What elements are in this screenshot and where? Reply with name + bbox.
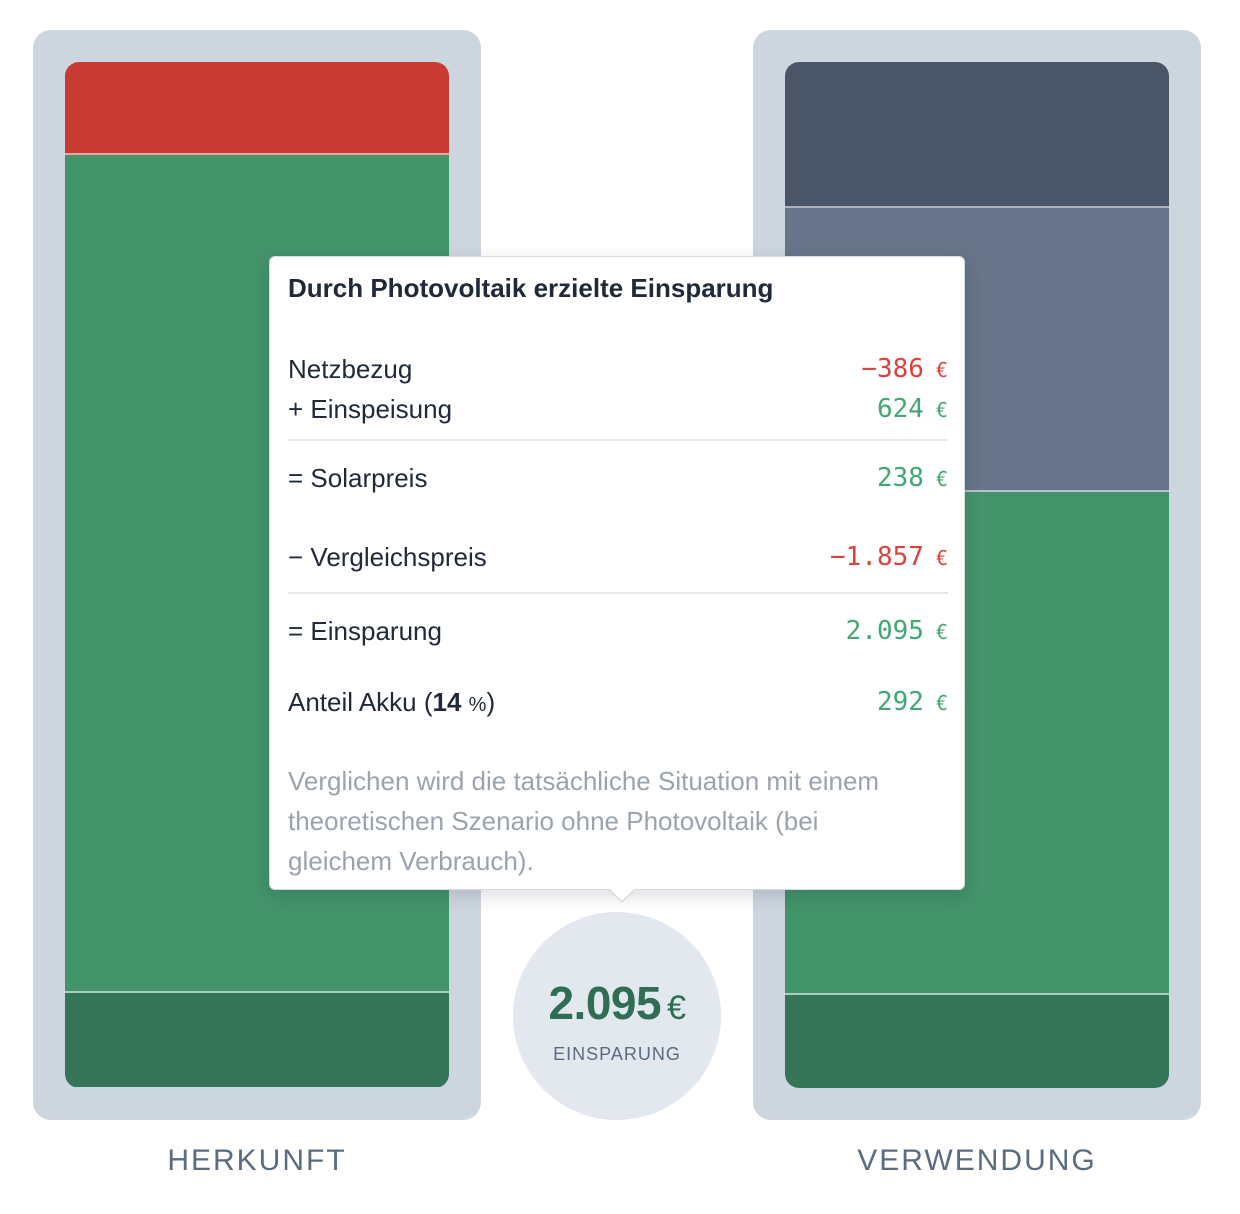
row-label: − Vergleichspreis	[288, 542, 487, 572]
savings-value: 2.095 €	[513, 976, 721, 1030]
row-currency: €	[935, 358, 948, 382]
row-solarpreis: = Solarpreis 238 €	[288, 458, 948, 498]
divider	[288, 439, 948, 441]
row-anteil-akku: Anteil Akku (14 %) 292 €	[288, 682, 948, 722]
row-netzbezug: Netzbezug −386 €	[288, 349, 948, 389]
savings-currency: €	[667, 989, 686, 1027]
savings-caption: EINSPARUNG	[553, 1044, 681, 1064]
herkunft-label: HERKUNFT	[167, 1144, 347, 1177]
row-value: 238 €	[877, 458, 948, 499]
row-currency: €	[935, 467, 948, 491]
row-label-suffix: )	[486, 687, 496, 717]
savings-badge[interactable]: 2.095 € EINSPARUNG	[513, 912, 721, 1120]
row-value: −386 €	[861, 349, 948, 390]
row-label-prefix: Anteil Akku (	[288, 687, 433, 717]
tooltip-arrow	[608, 888, 636, 903]
row-currency: €	[935, 546, 948, 570]
row-einsparung: = Einsparung 2.095 €	[288, 611, 948, 651]
row-label: + Einspeisung	[288, 394, 453, 424]
row-amount: 2.095	[845, 616, 924, 646]
row-currency: €	[935, 691, 948, 715]
verwendung-label: VERWENDUNG	[857, 1144, 1097, 1177]
row-value: 624 €	[877, 389, 948, 430]
akku-percent-value: 14	[432, 687, 462, 717]
row-value: 2.095 €	[846, 611, 948, 652]
row-amount: −386	[861, 354, 924, 384]
divider	[288, 592, 948, 594]
savings-tooltip: Durch Photovoltaik erzielte Einsparung N…	[269, 256, 965, 903]
row-currency: €	[935, 398, 948, 422]
verwendung-segment-einspeisung[interactable]	[785, 62, 1169, 208]
verwendung-segment-akku[interactable]	[785, 995, 1169, 1088]
row-value: −1.857 €	[830, 537, 948, 578]
tooltip-note: Verglichen wird die tatsächliche Situati…	[288, 766, 880, 876]
row-vergleichspreis: − Vergleichspreis −1.857 €	[288, 537, 948, 577]
herkunft-segment-akku[interactable]	[65, 993, 449, 1087]
herkunft-segment-netzbezug[interactable]	[65, 62, 449, 155]
row-amount: −1.857	[830, 542, 924, 572]
row-value: 292 €	[877, 682, 948, 723]
tooltip-title: Durch Photovoltaik erzielte Einsparung	[288, 273, 774, 303]
row-label: = Solarpreis	[288, 463, 428, 493]
akku-percent-unit: %	[468, 694, 487, 716]
row-label: Netzbezug	[288, 354, 413, 384]
row-amount: 292	[876, 687, 924, 717]
row-amount: 624	[876, 394, 924, 424]
row-label: Anteil Akku (14 %)	[288, 682, 495, 725]
row-currency: €	[935, 620, 948, 644]
row-einspeisung: + Einspeisung 624 €	[288, 389, 948, 429]
savings-amount: 2.095	[548, 977, 662, 1029]
row-amount: 238	[876, 463, 924, 493]
row-label: = Einsparung	[288, 616, 442, 646]
